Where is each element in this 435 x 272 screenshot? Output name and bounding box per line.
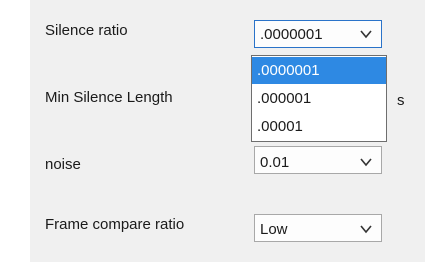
- chevron-down-icon: [360, 225, 372, 234]
- dropdown-option[interactable]: .000001: [252, 85, 386, 112]
- frame-compare-ratio-value: Low: [260, 221, 288, 238]
- silence-ratio-value: .0000001: [260, 26, 323, 43]
- dropdown-option[interactable]: .0000001: [252, 57, 386, 84]
- noise-select[interactable]: 0.01: [254, 146, 382, 174]
- min-silence-length-unit: s: [397, 92, 405, 109]
- silence-ratio-label: Silence ratio: [45, 22, 128, 39]
- dropdown-option[interactable]: .00001: [252, 113, 386, 140]
- silence-ratio-select[interactable]: .0000001: [254, 20, 382, 48]
- noise-label: noise: [45, 156, 81, 173]
- frame-compare-ratio-select[interactable]: Low: [254, 214, 382, 242]
- chevron-down-icon: [360, 158, 372, 167]
- chevron-down-icon: [360, 30, 372, 39]
- silence-ratio-dropdown-list: .0000001 .000001 .00001: [251, 55, 387, 142]
- noise-value: 0.01: [260, 154, 290, 171]
- frame-compare-ratio-label: Frame compare ratio: [45, 216, 185, 233]
- min-silence-length-label: Min Silence Length: [45, 89, 173, 106]
